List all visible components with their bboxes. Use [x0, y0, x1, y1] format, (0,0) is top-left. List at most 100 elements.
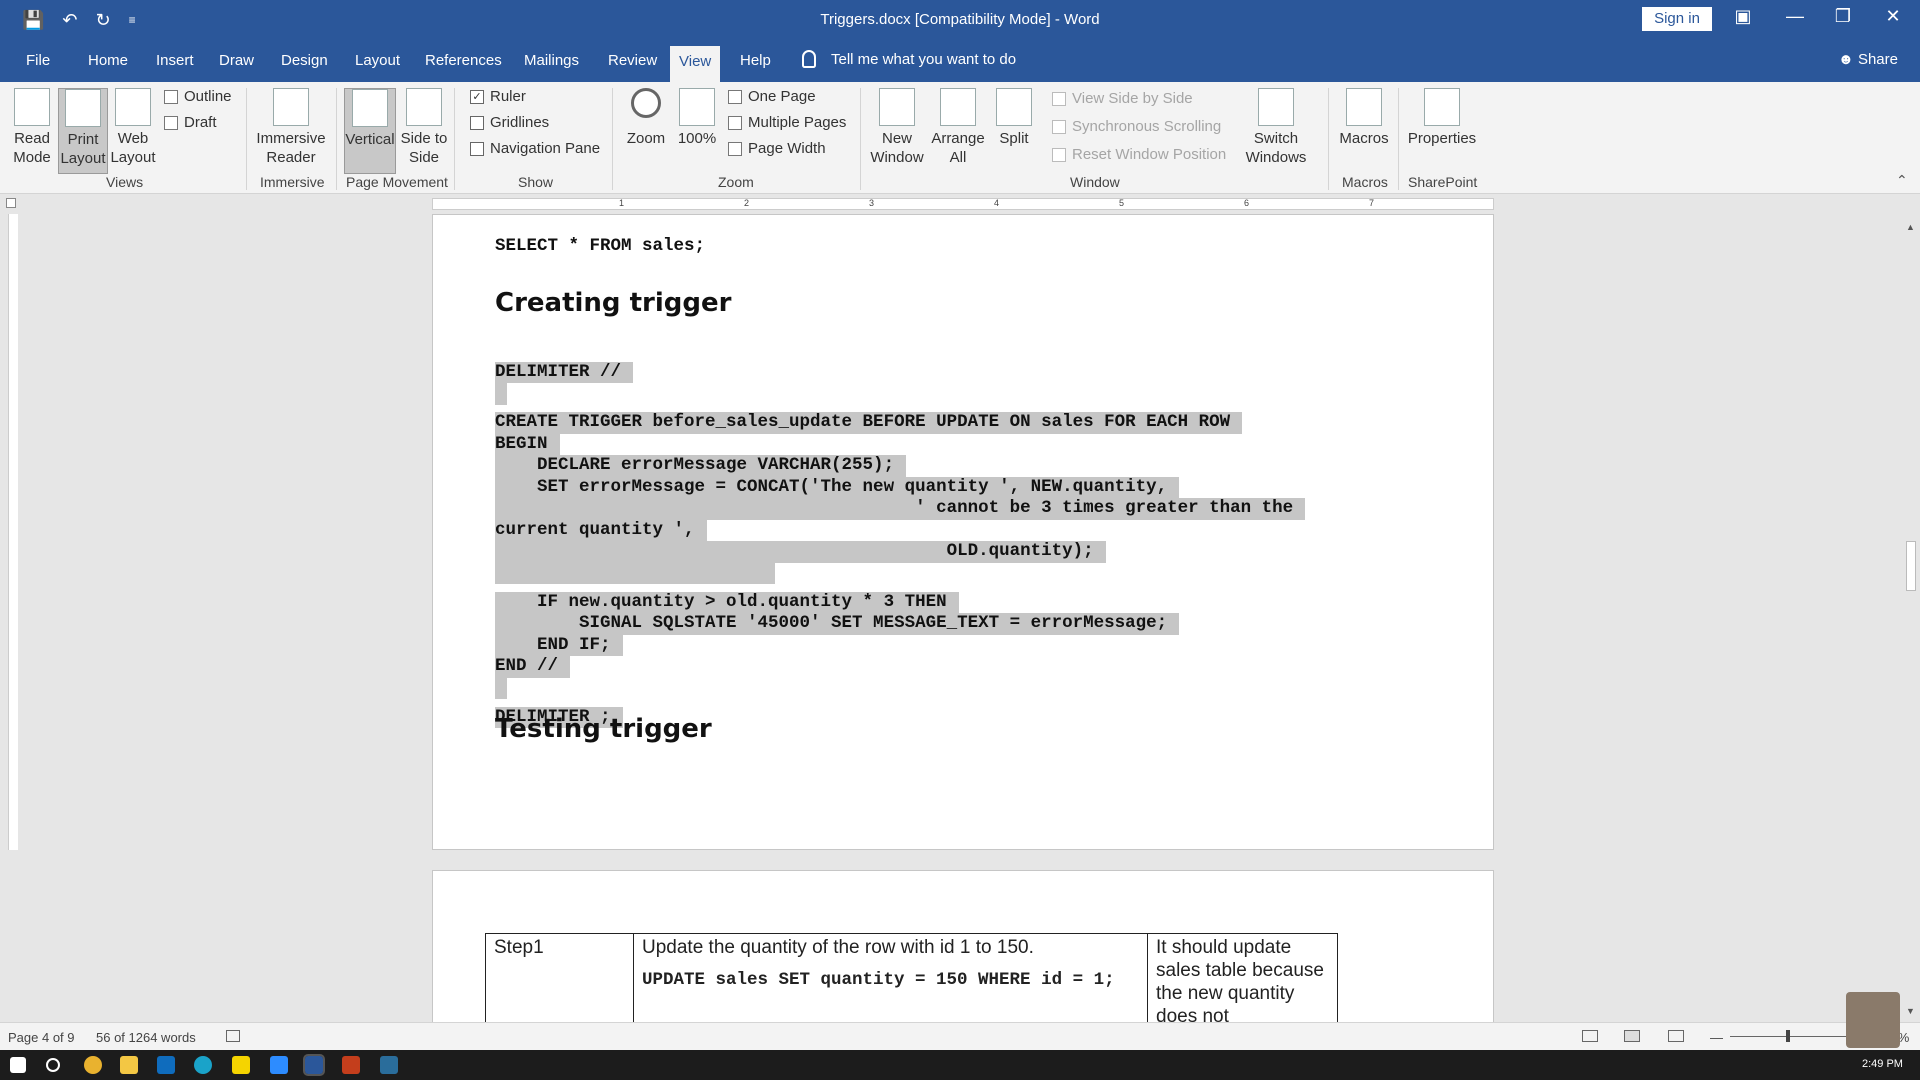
collapse-ribbon-icon[interactable]: ⌃	[1896, 172, 1908, 189]
read-mode-button[interactable]: Read Mode	[8, 88, 56, 167]
person-icon: ☻	[1838, 51, 1858, 68]
sign-in-button[interactable]: Sign in	[1642, 7, 1712, 31]
print-layout-view-icon[interactable]	[1624, 1030, 1640, 1042]
tab-review[interactable]: Review	[608, 52, 657, 69]
document-page[interactable]: SELECT * FROM sales; Creating trigger DE…	[432, 214, 1494, 850]
tab-home[interactable]: Home	[88, 52, 128, 69]
vertical-scrollbar[interactable]: ▲ ▼	[1902, 214, 1920, 1022]
horizontal-ruler-area: 1 2 3 4 5 6 7	[0, 194, 1920, 214]
ruler-number: 1	[619, 198, 625, 208]
macros-group-label: Macros	[1342, 174, 1388, 190]
web-layout-icon	[115, 88, 151, 126]
show-group-label: Show	[518, 174, 554, 190]
share-button[interactable]: ☻ Share	[1838, 51, 1898, 68]
vertical-ruler[interactable]	[8, 214, 18, 850]
ruler-number: 5	[1119, 198, 1125, 208]
zoom-group-label: Zoom	[718, 174, 754, 190]
taskbar-clock[interactable]: 2:49 PM	[1862, 1058, 1903, 1070]
arrange-all-button[interactable]: Arrange All	[930, 88, 986, 167]
zoom-button[interactable]: Zoom	[622, 88, 670, 148]
tab-insert[interactable]: Insert	[156, 52, 194, 69]
page-count[interactable]: Page 4 of 9	[8, 1030, 75, 1045]
powerpoint-icon[interactable]	[342, 1056, 360, 1074]
new-window-button[interactable]: New Window	[868, 88, 926, 167]
tab-selector-icon[interactable]	[6, 198, 16, 208]
view-side-by-side-label: View Side by Side	[1072, 90, 1193, 107]
draft-button[interactable]: Draft	[164, 114, 217, 131]
code-line: SIGNAL SQLSTATE '45000' SET MESSAGE_TEXT…	[495, 613, 1180, 635]
chrome-icon[interactable]	[84, 1056, 102, 1074]
restore-icon[interactable]: ❐	[1820, 6, 1866, 27]
properties-button[interactable]: Properties	[1404, 88, 1480, 148]
navigation-pane-checkbox[interactable]: Navigation Pane	[470, 140, 600, 157]
sharepoint-group-label: SharePoint	[1408, 174, 1478, 190]
read-mode-view-icon[interactable]	[1582, 1030, 1598, 1042]
web-layout-button[interactable]: Web Layout	[110, 88, 156, 167]
code-line: current quantity ',	[495, 519, 707, 541]
reset-window-position-button[interactable]: Reset Window Position	[1052, 146, 1226, 163]
sticky-notes-icon[interactable]	[232, 1056, 250, 1074]
synchronous-scrolling-button[interactable]: Synchronous Scrolling	[1052, 118, 1221, 135]
word-icon[interactable]	[303, 1054, 325, 1076]
synchronous-scrolling-label: Synchronous Scrolling	[1072, 118, 1222, 135]
read-mode-icon	[14, 88, 50, 126]
horizontal-ruler[interactable]: 1 2 3 4 5 6 7	[432, 198, 1494, 210]
zoom-out-icon[interactable]: —	[1710, 1030, 1723, 1045]
reset-window-position-label: Reset Window Position	[1072, 146, 1227, 163]
windows-start-icon[interactable]	[10, 1057, 26, 1073]
switch-windows-button[interactable]: Switch Windows	[1240, 88, 1312, 167]
immersive-group-label: Immersive	[260, 174, 325, 190]
page-width-icon	[728, 141, 742, 156]
tab-view[interactable]: View	[670, 46, 721, 82]
tab-references[interactable]: References	[425, 52, 502, 69]
ribbon-display-options-icon[interactable]: ▣	[1720, 6, 1766, 27]
scroll-up-icon[interactable]: ▲	[1906, 222, 1915, 232]
word-count[interactable]: 56 of 1264 words	[96, 1030, 196, 1045]
gridlines-checkbox[interactable]: Gridlines	[470, 114, 549, 131]
split-button[interactable]: Split	[990, 88, 1038, 148]
edge-icon[interactable]	[194, 1056, 212, 1074]
tab-mailings[interactable]: Mailings	[524, 52, 579, 69]
zoom-slider-thumb[interactable]	[1786, 1030, 1790, 1042]
tab-layout[interactable]: Layout	[355, 52, 400, 69]
one-page-button[interactable]: One Page	[728, 88, 816, 105]
file-explorer-icon[interactable]	[120, 1056, 138, 1074]
search-icon[interactable]	[46, 1058, 60, 1072]
step-description: Update the quantity of the row with id 1…	[642, 937, 1034, 958]
zoom-app-icon[interactable]	[270, 1056, 288, 1074]
page-width-button[interactable]: Page Width	[728, 140, 826, 157]
zoom-slider[interactable]	[1730, 1036, 1850, 1037]
title-bar: 💾 ↶ ↻ ≡ Triggers.docx [Compatibility Mod…	[0, 0, 1920, 40]
tab-file[interactable]: File	[26, 52, 50, 69]
side-to-side-button[interactable]: Side to Side	[400, 88, 448, 167]
close-icon[interactable]: ✕	[1870, 6, 1916, 27]
outline-button[interactable]: Outline	[164, 88, 232, 105]
web-layout-view-icon[interactable]	[1668, 1030, 1684, 1042]
immersive-reader-button[interactable]: Immersive Reader	[254, 88, 328, 167]
proofing-icon[interactable]	[226, 1030, 240, 1042]
ruler-check: ✓	[470, 89, 484, 104]
tab-draw[interactable]: Draw	[219, 52, 254, 69]
vertical-button[interactable]: Vertical	[344, 88, 396, 174]
minimize-icon[interactable]: —	[1772, 6, 1818, 27]
tab-design[interactable]: Design	[281, 52, 328, 69]
ruler-checkbox[interactable]: ✓ Ruler	[470, 88, 526, 105]
tell-me-search[interactable]: Tell me what you want to do	[831, 51, 1016, 68]
multiple-pages-button[interactable]: Multiple Pages	[728, 114, 846, 131]
group-divider	[1398, 88, 1399, 190]
outlook-icon[interactable]	[157, 1056, 175, 1074]
hundred-percent-button[interactable]: 100%	[674, 88, 720, 148]
scrollbar-thumb[interactable]	[1906, 541, 1916, 591]
tab-help[interactable]: Help	[740, 52, 771, 69]
scroll-down-icon[interactable]: ▼	[1906, 1006, 1915, 1016]
group-divider	[246, 88, 247, 190]
table-row: Step1 Update the quantity of the row wit…	[485, 933, 1338, 1022]
switch-windows-icon	[1258, 88, 1294, 126]
view-side-by-side-button[interactable]: View Side by Side	[1052, 90, 1193, 107]
code-line: IF new.quantity > old.quantity * 3 THEN	[495, 591, 959, 613]
mysql-workbench-icon[interactable]	[380, 1056, 398, 1074]
macros-button[interactable]: Macros	[1336, 88, 1392, 148]
expected-result-cell: It should update sales table because the…	[1147, 933, 1338, 1022]
print-layout-button[interactable]: Print Layout	[58, 88, 108, 174]
document-page[interactable]: Step1 Update the quantity of the row wit…	[432, 870, 1494, 1022]
